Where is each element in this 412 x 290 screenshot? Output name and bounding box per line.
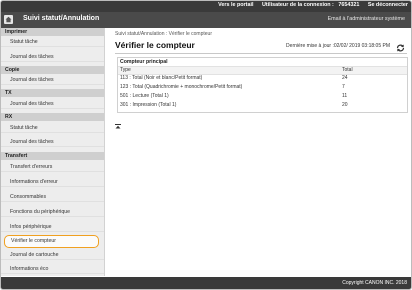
sidebar-item-statut-tache[interactable]: Statut tâche	[1, 125, 104, 133]
sidebar-section-imprimer: Imprimer	[1, 28, 104, 36]
row-total: 24	[342, 75, 348, 81]
column-header-total: Total	[342, 67, 353, 73]
main-content: Suivi statut/Annulation : Vérifier le co…	[105, 28, 411, 276]
row-total: 7	[342, 84, 345, 90]
sidebar-item-journal-cartouche[interactable]: Journal de cartouche	[1, 252, 104, 260]
sidebar-item-journal-taches[interactable]: Journal des tâches	[1, 101, 104, 109]
copyright-text: Copyright CANON INC. 2018	[342, 280, 407, 286]
column-header-type: Type	[120, 67, 131, 73]
header-bar: Suivi statut/Annulation Email à l'admini…	[1, 12, 411, 28]
sidebar-item-statut-tache[interactable]: Statut tâche	[1, 39, 104, 47]
user-label: Utilisateur de la connexion :	[261, 2, 334, 8]
row-total: 11	[342, 93, 348, 99]
panel-title: Compteur principal	[120, 59, 168, 65]
page-title: Vérifier le compteur	[115, 40, 195, 50]
row-type: 301 : Impression (Total 1)	[120, 102, 177, 108]
portal-link[interactable]: Vers le portail	[218, 2, 253, 8]
app-window: Vers le portail Utilisateur de la connex…	[0, 0, 412, 290]
sidebar-item-consommables[interactable]: Consommables	[1, 194, 104, 202]
sidebar-item-journal-taches[interactable]: Journal des tâches	[1, 139, 104, 147]
sidebar: Imprimer Statut tâche Journal des tâches…	[1, 28, 105, 276]
collapse-icon[interactable]	[115, 116, 121, 129]
counter-panel: Compteur principal Type Total 113 : Tota…	[117, 57, 408, 113]
last-update-text: Dernière mise à jour :02/02/ 2019 03:18:…	[286, 43, 390, 49]
row-total: 20	[342, 102, 348, 108]
sidebar-section-rx: RX	[1, 113, 104, 121]
page-header-title: Suivi statut/Annulation	[23, 15, 100, 22]
table-row: 123 : Total (Quadrichromie + monochrome/…	[118, 83, 407, 92]
table-row: 501 : Lecture (Total 1) 11	[118, 92, 407, 101]
breadcrumb: Suivi statut/Annulation : Vérifier le co…	[115, 31, 212, 37]
footer-bar: Copyright CANON INC. 2018	[1, 277, 411, 289]
table-row: 113 : Total (Noir et blanc/Petit format)…	[118, 74, 407, 83]
top-bar: Vers le portail Utilisateur de la connex…	[1, 1, 411, 12]
table-row: 301 : Impression (Total 1) 20	[118, 101, 407, 110]
sidebar-item-informations-eco[interactable]: Informations éco	[1, 266, 104, 274]
top-links: Vers le portail Utilisateur de la connex…	[211, 2, 408, 8]
refresh-icon[interactable]	[395, 40, 406, 52]
email-admin-link[interactable]: Email à l'administrateur système	[328, 16, 405, 22]
logout-link[interactable]: Se déconnecter	[368, 2, 408, 8]
sidebar-section-copie: Copie	[1, 66, 104, 74]
home-icon[interactable]	[4, 15, 13, 24]
sidebar-item-journal-taches[interactable]: Journal des tâches	[1, 54, 104, 62]
title-divider	[115, 53, 407, 54]
sidebar-item-fonctions-peripherique[interactable]: Fonctions du périphérique	[1, 209, 104, 217]
sidebar-section-transfert: Transfert	[1, 152, 104, 160]
row-type: 501 : Lecture (Total 1)	[120, 93, 169, 99]
sidebar-item-journal-taches[interactable]: Journal des tâches	[1, 77, 104, 85]
sidebar-section-tx: TX	[1, 89, 104, 97]
sidebar-item-informations-erreur[interactable]: Informations d'erreur	[1, 179, 104, 187]
row-type: 113 : Total (Noir et blanc/Petit format)	[120, 75, 203, 81]
sidebar-item-verifier-compteur[interactable]: Vérifier le compteur	[4, 235, 99, 248]
row-type: 123 : Total (Quadrichromie + monochrome/…	[120, 84, 243, 90]
user-id: 7654321	[338, 2, 360, 8]
sidebar-item-infos-peripherique[interactable]: Infos périphérique	[1, 224, 104, 232]
sidebar-item-transfert-erreurs[interactable]: Transfert d'erreurs	[1, 164, 104, 172]
